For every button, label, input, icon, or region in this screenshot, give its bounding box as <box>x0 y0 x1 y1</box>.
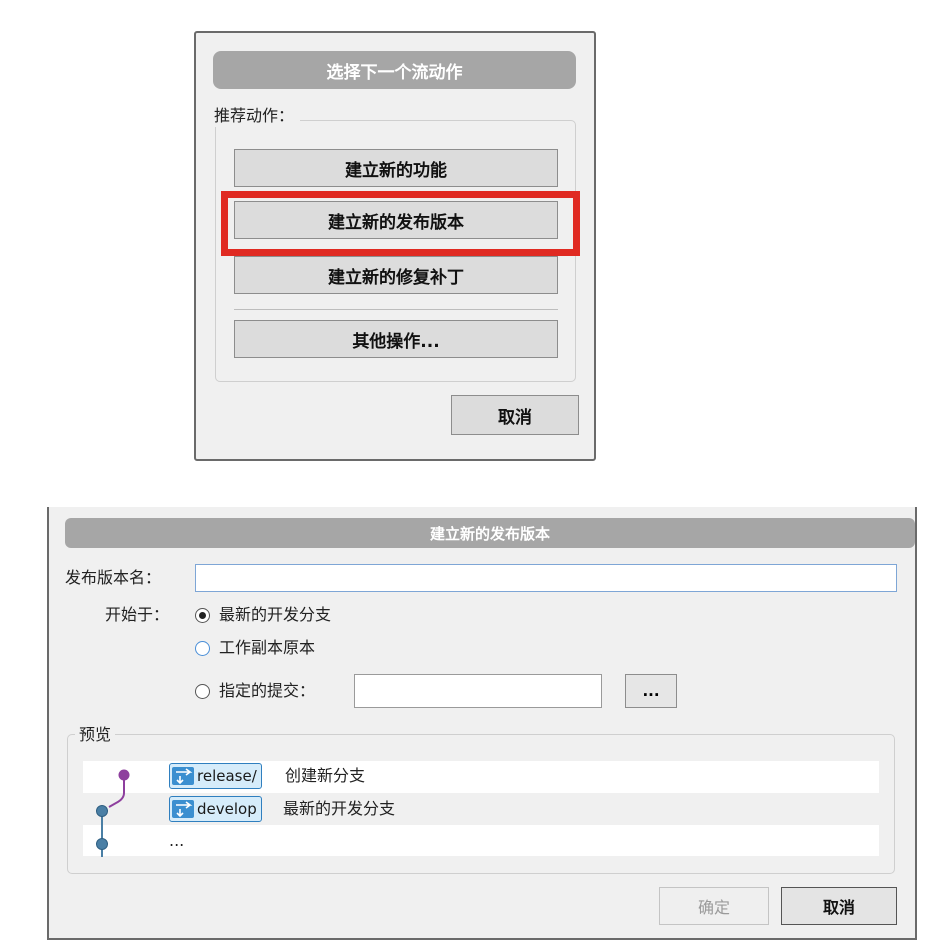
radio-latest-develop[interactable] <box>195 608 210 623</box>
dialog-title: 建立新的发布版本 <box>65 518 915 548</box>
develop-row-text: 最新的开发分支 <box>283 799 396 818</box>
new-hotfix-button[interactable]: 建立新的修复补丁 <box>234 256 558 294</box>
release-tag-label: release/ <box>197 767 257 785</box>
radio-specified-commit[interactable] <box>195 684 210 699</box>
develop-commit-node <box>96 805 108 817</box>
new-feature-button[interactable]: 建立新的功能 <box>234 149 558 187</box>
branch-icon <box>172 767 194 785</box>
develop-tag-label: develop <box>197 800 257 818</box>
cancel-button[interactable]: 取消 <box>451 395 579 435</box>
highlight-box <box>221 191 580 256</box>
commit-graph <box>96 769 130 857</box>
more-commits-text: ... <box>169 831 185 850</box>
develop-branch-tag: develop <box>169 796 262 822</box>
release-branch-tag: release/ <box>169 763 262 789</box>
release-name-label: 发布版本名： <box>65 568 162 587</box>
other-actions-button[interactable]: 其他操作... <box>234 320 558 358</box>
option-latest-develop-label: 最新的开发分支 <box>219 605 332 624</box>
browse-commit-button[interactable]: ... <box>625 674 677 708</box>
ok-button[interactable]: 确定 <box>659 887 769 925</box>
option-working-copy-label: 工作副本原本 <box>219 638 316 657</box>
release-name-input[interactable] <box>195 564 897 592</box>
preview-label: 预览 <box>75 724 116 746</box>
older-commit-node <box>96 838 108 850</box>
divider <box>234 309 558 310</box>
option-specified-commit-label: 指定的提交： <box>219 681 316 700</box>
cancel-button[interactable]: 取消 <box>781 887 897 925</box>
release-commit-node <box>118 769 130 781</box>
group-label: 推荐动作： <box>208 105 301 127</box>
release-row-text: 创建新分支 <box>285 766 366 785</box>
commit-input[interactable] <box>354 674 602 708</box>
preview-row <box>83 825 879 856</box>
new-release-dialog: 建立新的发布版本 发布版本名： 开始于： 最新的开发分支 工作副本原本 指定的提… <box>47 507 917 940</box>
branch-icon <box>172 800 194 818</box>
dialog-title: 选择下一个流动作 <box>213 51 576 89</box>
radio-working-copy[interactable] <box>195 641 210 656</box>
start-at-label: 开始于： <box>105 605 170 624</box>
